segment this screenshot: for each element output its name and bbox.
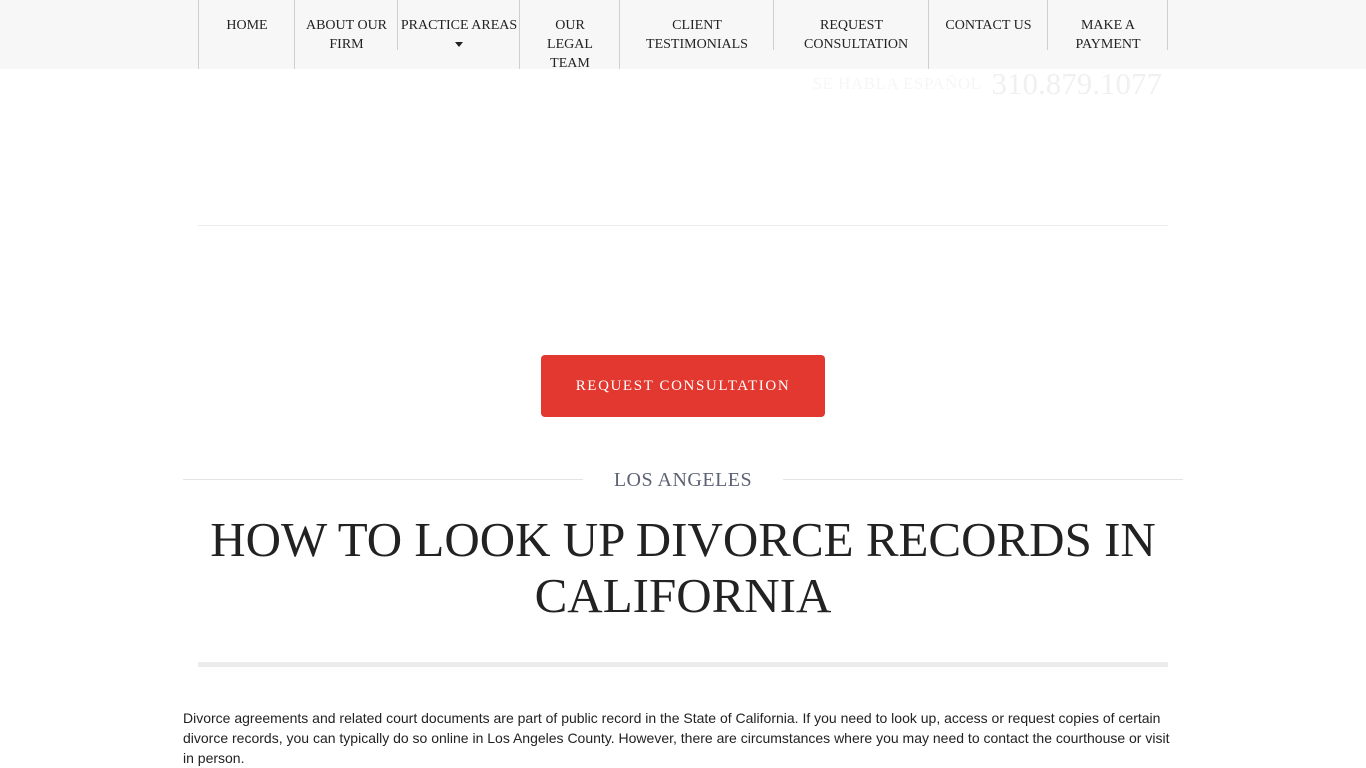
eyebrow-divider-left	[183, 479, 583, 480]
page: HOME ABOUT OUR FIRM PRACTICE AREAS OUR L…	[0, 0, 1366, 768]
nav-item-label: CLIENT TESTIMONIALS	[646, 18, 748, 52]
nav-item-our-legal-team[interactable]: OUR LEGAL TEAM	[520, 0, 620, 71]
nav-item-client-testimonials[interactable]: CLIENT TESTIMONIALS	[620, 0, 774, 69]
title-divider	[198, 662, 1168, 667]
header-divider	[198, 225, 1168, 226]
phone-number[interactable]: 310.879.1077	[992, 66, 1163, 101]
nav-item-practice-areas[interactable]: PRACTICE AREAS	[398, 0, 520, 69]
nav-item-label: CONTACT US	[945, 18, 1032, 33]
cta-label: REQUEST CONSULTATION	[575, 377, 791, 394]
page-title: HOW TO LOOK UP DIVORCE RECORDS IN CALIFO…	[210, 512, 1156, 623]
location-label: LOS ANGELES	[613, 469, 753, 491]
eyebrow-divider-right	[783, 479, 1183, 480]
nav-item-home[interactable]: HOME	[199, 0, 295, 69]
nav-item-make-a-payment[interactable]: MAKE A PAYMENT	[1048, 0, 1168, 69]
nav-item-label: OUR LEGAL TEAM	[547, 18, 593, 71]
nav-item-label: REQUEST CONSULTATION	[804, 18, 909, 52]
nav-item-about-our-firm[interactable]: ABOUT OUR FIRM	[295, 0, 398, 69]
nav-item-label: HOME	[226, 18, 268, 33]
caret-down-icon	[455, 42, 463, 47]
intro-paragraph: Divorce agreements and related court doc…	[183, 710, 1170, 766]
request-consultation-button[interactable]: REQUEST CONSULTATION	[541, 355, 825, 417]
nav-item-label: MAKE A PAYMENT	[1075, 18, 1141, 52]
nav-item-request-consultation[interactable]: REQUEST CONSULTATION	[774, 0, 929, 69]
spanish-notice: SE HABLA ESPAÑOL	[812, 74, 982, 93]
location-eyebrow: LOS ANGELES	[183, 466, 1183, 494]
contact-strip: SE HABLA ESPAÑOL 310.879.1077	[800, 66, 1162, 102]
nav-item-label: ABOUT OUR FIRM	[305, 18, 388, 52]
nav-item-contact-us[interactable]: CONTACT US	[929, 0, 1048, 69]
nav-menu: HOME ABOUT OUR FIRM PRACTICE AREAS OUR L…	[198, 0, 1169, 71]
main-navigation: HOME ABOUT OUR FIRM PRACTICE AREAS OUR L…	[0, 0, 1366, 71]
nav-item-label: PRACTICE AREAS	[400, 18, 518, 33]
